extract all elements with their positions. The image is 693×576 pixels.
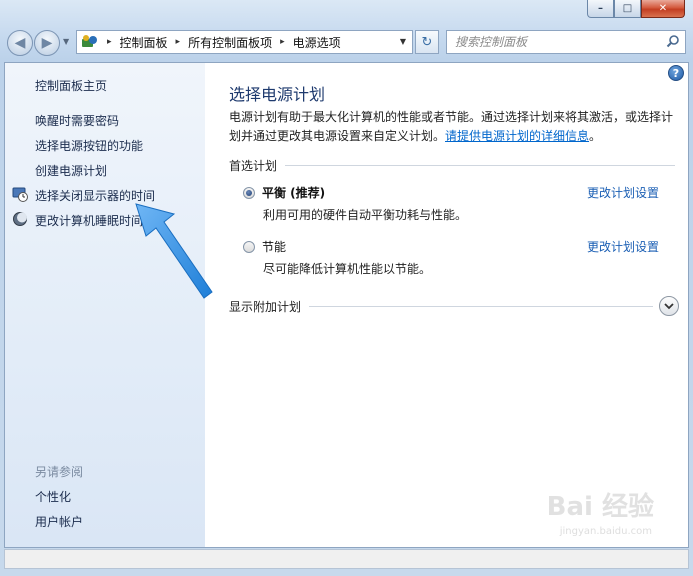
help-icon: ?: [672, 66, 680, 80]
preferred-plans-group: 首选计划: [229, 157, 675, 174]
content-area: 控制面板主页 唤醒时需要密码 选择电源按钮的功能 创建电源计划 选择关闭显示器的…: [4, 62, 689, 548]
see-also-personalization[interactable]: 个性化: [35, 488, 71, 505]
watermark-logo: Bai 经验: [546, 492, 654, 522]
breadcrumb-all-items[interactable]: 所有控制面板项: [188, 34, 272, 51]
control-panel-icon: [81, 34, 99, 50]
window-frame: – □ ✕ ◀ ▶ ▼ ▸ 控制面板 ▸ 所有控制面板项 ▸ 电源选项 ▼ ↻: [0, 0, 693, 576]
task-pane: 控制面板主页 唤醒时需要密码 选择电源按钮的功能 创建电源计划 选择关闭显示器的…: [5, 63, 205, 547]
refresh-icon: ↻: [421, 34, 433, 50]
recent-pages-dropdown[interactable]: ▼: [63, 37, 69, 46]
plan-power-saver-radio[interactable]: [243, 240, 255, 253]
minimize-button[interactable]: –: [587, 0, 614, 18]
page-title: 选择电源计划: [229, 85, 326, 104]
plan-balanced-name[interactable]: 平衡 (推荐): [262, 184, 325, 201]
plan-power-saver-description: 尽可能降低计算机性能以节能。: [263, 262, 432, 276]
breadcrumb-control-panel[interactable]: 控制面板: [120, 34, 168, 51]
search-box[interactable]: [446, 30, 686, 54]
caption-buttons: – □ ✕: [587, 0, 685, 18]
refresh-button[interactable]: ↻: [415, 30, 439, 54]
plan-power-saver: 节能 尽可能降低计算机性能以节能。 更改计划设置: [243, 238, 683, 277]
status-bar: [4, 549, 689, 569]
search-icon[interactable]: [666, 34, 680, 51]
annotation-arrow-icon: [134, 200, 216, 303]
control-panel-home-link[interactable]: 控制面板主页: [35, 77, 107, 94]
moon-icon: [12, 211, 28, 227]
task-change-sleep-time[interactable]: 更改计算机睡眠时间: [35, 212, 143, 229]
task-create-plan[interactable]: 创建电源计划: [35, 162, 107, 179]
help-button[interactable]: ?: [668, 65, 684, 81]
group-divider: [285, 165, 675, 166]
forward-button[interactable]: ▶: [34, 30, 60, 56]
task-power-buttons[interactable]: 选择电源按钮的功能: [35, 137, 143, 154]
address-bar[interactable]: ▸ 控制面板 ▸ 所有控制面板项 ▸ 电源选项 ▼: [76, 30, 413, 54]
main-pane: ? 选择电源计划 电源计划有助于最大化计算机的性能或者节能。通过选择计划来将其激…: [205, 63, 688, 547]
minimize-icon: –: [598, 3, 603, 14]
breadcrumb-separator-icon[interactable]: ▸: [107, 37, 112, 47]
breadcrumb-separator-icon[interactable]: ▸: [280, 37, 285, 47]
monitor-clock-icon: [12, 186, 28, 202]
plan-balanced-radio[interactable]: [243, 186, 255, 199]
see-also-heading: 另请参阅: [35, 465, 84, 479]
additional-plans-group[interactable]: 显示附加计划: [229, 296, 679, 316]
plan-balanced-description: 利用可用的硬件自动平衡功耗与性能。: [263, 208, 468, 222]
chevron-down-icon: [664, 303, 674, 310]
plan-power-saver-settings-link[interactable]: 更改计划设置: [587, 238, 659, 255]
arrow-left-icon: ◀: [14, 35, 26, 51]
breadcrumb-power-options[interactable]: 电源选项: [293, 34, 341, 51]
maximize-icon: □: [622, 3, 633, 14]
watermark-url: jingyan.baidu.com: [559, 526, 652, 537]
group-divider: [309, 305, 653, 307]
plan-power-saver-name[interactable]: 节能: [262, 238, 286, 255]
description-period: 。: [589, 129, 602, 143]
radio-selected-dot: [246, 189, 252, 196]
arrow-right-icon: ▶: [41, 35, 53, 51]
address-dropdown-icon[interactable]: ▼: [400, 37, 406, 46]
plan-balanced: 平衡 (推荐) 利用可用的硬件自动平衡功耗与性能。 更改计划设置: [243, 184, 683, 223]
close-icon: ✕: [658, 3, 668, 14]
task-require-password[interactable]: 唤醒时需要密码: [35, 112, 119, 129]
close-button[interactable]: ✕: [641, 0, 685, 18]
page-description: 电源计划有助于最大化计算机的性能或者节能。通过选择计划来将其激活，或选择计划并通…: [229, 108, 679, 146]
plan-balanced-settings-link[interactable]: 更改计划设置: [587, 184, 659, 201]
preferred-plans-heading: 首选计划: [229, 159, 278, 173]
breadcrumb: ▸ 控制面板 ▸ 所有控制面板项 ▸ 电源选项: [107, 34, 341, 51]
maximize-button[interactable]: □: [614, 0, 641, 18]
back-button[interactable]: ◀: [7, 30, 33, 56]
breadcrumb-separator-icon[interactable]: ▸: [176, 37, 181, 47]
search-input[interactable]: [455, 35, 655, 49]
expand-button[interactable]: [659, 296, 679, 316]
more-info-link[interactable]: 请提供电源计划的详细信息: [445, 129, 589, 143]
additional-plans-heading[interactable]: 显示附加计划: [229, 298, 301, 315]
see-also-user-accounts[interactable]: 用户帐户: [35, 513, 83, 530]
